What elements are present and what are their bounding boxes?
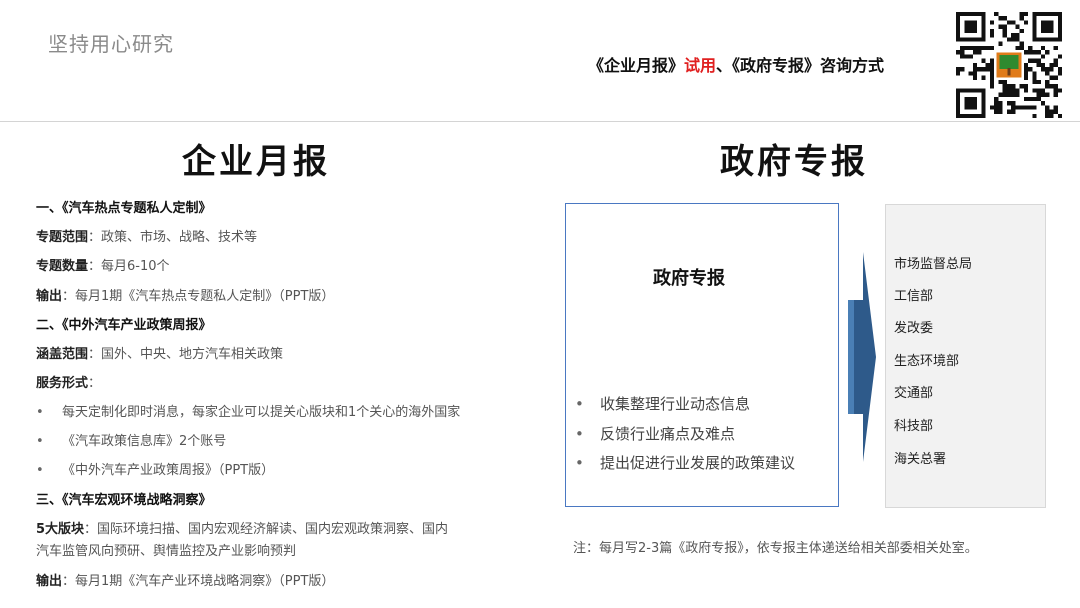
header-divider (0, 121, 1080, 122)
header-title-part1: 《企业月报》 (588, 56, 685, 75)
section-1-heading: 一、《汽车热点专题私人定制》 (36, 201, 212, 216)
gov-bullet: • 反馈行业痛点及难点 (575, 424, 735, 444)
value: ：每月1期《汽车产业环境战略洞察》（PPT版） (62, 574, 335, 589)
footnote: 注：每月写2-3篇《政府专报》，依专报主体递送给相关部委相关处室。 (573, 541, 978, 556)
gov-bullet: • 收集整理行业动态信息 (575, 394, 750, 414)
label: 专题范围 (36, 230, 89, 245)
department-item: 科技部 (894, 419, 934, 434)
bullet-icon: • (575, 395, 584, 413)
label: 输出 (36, 289, 63, 304)
bullet-text: 反馈行业痛点及难点 (600, 425, 736, 443)
header-title: 《企业月报》试用、《政府专报》咨询方式 (588, 52, 884, 76)
bullet-text: 提出促进行业发展的政策建议 (600, 454, 796, 472)
bullet-icon: • (575, 425, 584, 443)
value: ：国外、中央、地方汽车相关政策 (88, 347, 284, 362)
section-3-blocks: 5大版块：国际环境扫描、国内宏观经济解读、国内宏观政策洞察、国内 (36, 521, 448, 539)
label: 输出 (36, 574, 63, 589)
government-report-title: 政府专报 (720, 142, 868, 182)
section-3-heading: 三、《汽车宏观环境战略洞察》 (36, 493, 212, 508)
section-2-bullet: • 每天定制化即时消息，每家企业可以提关心版块和1个关心的海外国家 (36, 404, 460, 422)
department-item: 海关总署 (894, 452, 947, 467)
brand-slogan: 坚持用心研究 (48, 32, 174, 56)
section-1-output: 输出：每月1期《汽车热点专题私人定制》（PPT版） (36, 288, 334, 306)
section-2-scope: 涵盖范围：国外、中央、地方汽车相关政策 (36, 346, 283, 364)
bullet-icon: • (36, 405, 44, 420)
gov-bullet: • 提出促进行业发展的政策建议 (575, 453, 795, 473)
bullet-text: 收集整理行业动态信息 (600, 395, 751, 413)
header-title-highlight: 试用 (684, 56, 717, 75)
section-2-bullet: • 《汽车政策信息库》2个账号 (36, 433, 226, 451)
value: ：每月6-10个 (88, 259, 170, 274)
department-item: 工信部 (894, 289, 934, 304)
value: ：政策、市场、战略、技术等 (88, 230, 258, 245)
value: ：国际环境扫描、国内宏观经济解读、国内宏观政策洞察、国内 (84, 522, 449, 537)
department-item: 生态环境部 (894, 354, 960, 369)
label: 专题数量 (36, 259, 89, 274)
arrow-right-icon (848, 252, 876, 462)
department-item: 交通部 (894, 386, 934, 401)
department-item: 发改委 (894, 321, 934, 336)
bullet-icon: • (36, 434, 44, 449)
value: ：每月1期《汽车热点专题私人定制》（PPT版） (62, 289, 335, 304)
bullet-icon: • (575, 454, 584, 472)
bullet-text: 每天定制化即时消息，每家企业可以提关心版块和1个关心的海外国家 (62, 405, 461, 420)
section-2-heading: 二、《中外汽车产业政策周报》 (36, 318, 212, 333)
section-1-scope: 专题范围：政策、市场、战略、技术等 (36, 229, 257, 247)
section-1-count: 专题数量：每月6-10个 (36, 258, 170, 276)
bullet-text: 《汽车政策信息库》2个账号 (62, 434, 227, 449)
section-3-output: 输出：每月1期《汽车产业环境战略洞察》（PPT版） (36, 573, 334, 591)
bullet-icon: • (36, 463, 44, 478)
section-3-blocks-cont: 汽车监管风向预研、舆情监控及产业影响预判 (36, 544, 297, 559)
enterprise-monthly-title: 企业月报 (182, 142, 330, 182)
header-title-part2: 、《政府专报》咨询方式 (716, 56, 885, 75)
label: 服务形式 (36, 376, 89, 391)
section-2-form: 服务形式： (36, 375, 101, 393)
value: ： (88, 376, 102, 391)
label: 5大版块 (36, 522, 85, 537)
label: 涵盖范围 (36, 347, 89, 362)
qr-code-icon (956, 12, 1062, 118)
gov-report-box-title: 政府专报 (653, 268, 725, 289)
department-item: 市场监督总局 (894, 257, 973, 272)
section-2-bullet: • 《中外汽车产业政策周报》（PPT版） (36, 462, 274, 480)
bullet-text: 《中外汽车产业政策周报》（PPT版） (62, 463, 275, 478)
